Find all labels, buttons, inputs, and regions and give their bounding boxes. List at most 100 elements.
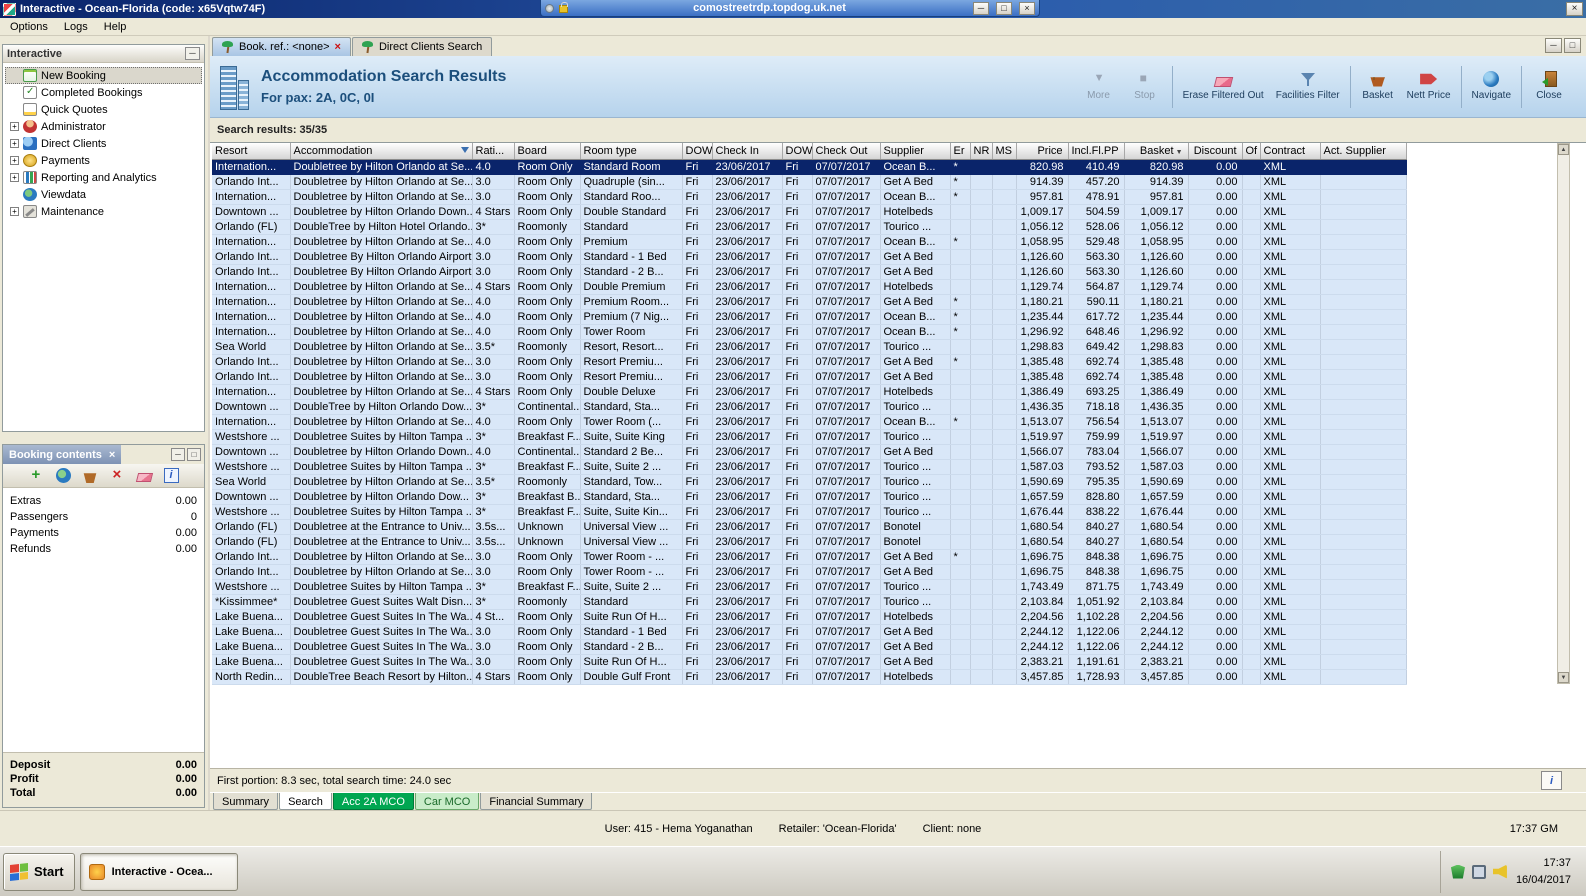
delete-icon[interactable] [110,466,125,483]
bottom-tab-summary[interactable]: Summary [213,793,279,810]
panel-minimize-button[interactable]: ─ [171,448,185,461]
table-row[interactable]: Internation... Doubletree by Hilton Orlan… [212,189,1407,205]
table-row[interactable]: Downtown ... Doubletree by Hilton Orlando… [212,204,1407,220]
table-row[interactable]: Westshore ... Doubletree Suites by Hilton… [212,429,1407,445]
rdp-minimize-button[interactable]: ─ [973,1,989,15]
table-row[interactable]: Orlando Int... Doubletree by Hilton Orlan… [212,174,1407,190]
tab-close-icon[interactable]: × [335,41,341,53]
column-header-ms[interactable]: MS [992,143,1017,160]
pin-icon[interactable] [545,3,554,13]
antivirus-icon[interactable] [1450,864,1465,879]
column-header-act-supplier[interactable]: Act. Supplier [1320,143,1407,160]
table-row[interactable]: Orlando Int... Doubletree by Hilton Orlan… [212,354,1407,370]
globe-icon[interactable] [55,468,71,483]
table-row[interactable]: Internation... Doubletree by Hilton Orlan… [212,279,1407,295]
table-row[interactable]: Downtown ... Doubletree by Hilton Orlando… [212,444,1407,460]
basket-add-icon[interactable] [83,473,97,483]
table-row[interactable]: Lake Buena... Doubletree Guest Suites In … [212,639,1407,655]
column-header-dow[interactable]: DOW [782,143,813,160]
volume-icon[interactable] [1492,864,1507,879]
basket-button[interactable]: Basket [1355,68,1401,106]
nett-price-button[interactable]: Nett Price [1401,68,1457,106]
facilities-filter-button[interactable]: Facilities Filter [1270,67,1346,106]
table-row[interactable]: Downtown ... DoubleTree by Hilton Orlando… [212,399,1407,415]
column-header-of[interactable]: Of [1242,143,1261,160]
booking-contents-tab[interactable]: Booking contents × [3,445,122,464]
bottom-tab-car-mco[interactable]: Car MCO [414,793,480,810]
column-header-check-in[interactable]: Check In [712,143,783,160]
panel-float-button[interactable]: □ [187,448,201,461]
table-row[interactable]: Westshore ... Doubletree Suites by Hilton… [212,504,1407,520]
table-row[interactable]: Orlando (FL) Doubletree at the Entrance t… [212,519,1407,535]
expand-toggle-icon[interactable]: + [10,122,19,131]
table-row[interactable]: Internation... Doubletree by Hilton Orlan… [212,159,1407,175]
window-titlebar[interactable]: Interactive - Ocean-Florida (code: x65Vq… [0,0,1586,18]
column-header-dow[interactable]: DOW [682,143,713,160]
table-row[interactable]: Internation... Doubletree by Hilton Orlan… [212,234,1407,250]
mdi-restore-button[interactable]: □ [1564,38,1581,53]
sidebar-item-quick-quotes[interactable]: +Quick Quotes [5,101,202,118]
sidebar-item-new-booking[interactable]: +New Booking [5,67,202,84]
column-header-board[interactable]: Board [514,143,581,160]
window-close-button[interactable]: × [1566,2,1583,16]
table-row[interactable]: Orlando Int... Doubletree By Hilton Orlan… [212,264,1407,280]
expand-toggle-icon[interactable]: + [10,156,19,165]
table-row[interactable]: *Kissimmee* Doubletree Guest Suites Walt … [212,594,1407,610]
table-row[interactable]: Orlando (FL) DoubleTree by Hilton Hotel O… [212,219,1407,235]
column-header-discount[interactable]: Discount [1188,143,1243,160]
table-row[interactable]: Lake Buena... Doubletree Guest Suites In … [212,654,1407,670]
scroll-down-icon[interactable]: ▼ [1558,672,1569,683]
table-row[interactable]: Internation... Doubletree by Hilton Orlan… [212,294,1407,310]
scroll-up-icon[interactable]: ▲ [1558,144,1569,155]
expand-toggle-icon[interactable]: + [10,139,19,148]
display-icon[interactable] [1471,864,1486,879]
sidebar-item-completed-bookings[interactable]: +Completed Bookings [5,84,202,101]
eraser-icon[interactable] [135,472,153,482]
table-row[interactable]: Sea World Doubletree by Hilton Orlando at… [212,339,1407,355]
taskbar-task-interactive[interactable]: Interactive - Ocea... [79,852,238,891]
tab-book-ref-none[interactable]: Book. ref.: <none> × [212,37,351,56]
navigate-button[interactable]: Navigate [1466,67,1517,106]
table-row[interactable]: Downtown ... Doubletree by Hilton Orlando… [212,489,1407,505]
expand-toggle-icon[interactable]: + [10,173,19,182]
close-button[interactable]: Close [1526,67,1572,106]
table-row[interactable]: Internation... Doubletree by Hilton Orlan… [212,324,1407,340]
filter-icon[interactable] [460,147,469,153]
expand-toggle-icon[interactable]: + [10,207,19,216]
table-row[interactable]: Orlando Int... Doubletree by Hilton Orlan… [212,564,1407,580]
table-row[interactable]: Lake Buena... Doubletree Guest Suites In … [212,624,1407,640]
sidebar-item-payments[interactable]: + Payments [5,152,202,169]
sidebar-item-administrator[interactable]: + Administrator [5,118,202,135]
menu-options[interactable]: Options [2,20,56,34]
column-header-incl-fl-pp[interactable]: Incl.Fl.PP [1068,143,1125,160]
table-row[interactable]: Internation... Doubletree by Hilton Orlan… [212,384,1407,400]
table-row[interactable]: Sea World Doubletree by Hilton Orlando at… [212,474,1407,490]
column-header-resort[interactable]: Resort [212,143,291,160]
rdp-close-button[interactable]: × [1019,1,1035,15]
taskbar-clock[interactable]: 17:37 16/04/2017 [1516,855,1571,888]
rdp-restore-button[interactable]: □ [996,1,1012,15]
menu-logs[interactable]: Logs [56,20,96,34]
table-row[interactable]: Orlando Int... Doubletree By Hilton Orlan… [212,249,1407,265]
bottom-tab-financial-summary[interactable]: Financial Summary [480,793,593,810]
table-row[interactable]: Orlando (FL) Doubletree at the Entrance t… [212,534,1407,550]
column-header-contract[interactable]: Contract [1260,143,1321,160]
table-row[interactable]: North Redin... DoubleTree Beach Resort by… [212,669,1407,685]
table-row[interactable]: Westshore ... Doubletree Suites by Hilton… [212,459,1407,475]
column-header-basket[interactable]: Basket ▼ [1124,143,1189,160]
tab-direct-clients-search[interactable]: Direct Clients Search [351,37,493,56]
table-row[interactable]: Internation... Doubletree by Hilton Orlan… [212,309,1407,325]
column-header-er[interactable]: Er [950,143,971,160]
column-header-accommodation[interactable]: Accommodation [290,143,473,160]
bottom-tab-search[interactable]: Search [279,793,332,810]
sidebar-item-maintenance[interactable]: + Maintenance [5,203,202,220]
info-button[interactable]: i [1541,771,1562,790]
column-header-supplier[interactable]: Supplier [880,143,951,160]
table-row[interactable]: Internation... Doubletree by Hilton Orlan… [212,414,1407,430]
panel-collapse-button[interactable]: ─ [185,47,200,60]
start-button[interactable]: Start [3,852,75,891]
bottom-tab-acc-2a-mco[interactable]: Acc 2A MCO [332,793,414,810]
mdi-minimize-button[interactable]: ─ [1545,38,1562,53]
column-header-nr[interactable]: NR [970,143,993,160]
column-header-room-type[interactable]: Room type [580,143,683,160]
